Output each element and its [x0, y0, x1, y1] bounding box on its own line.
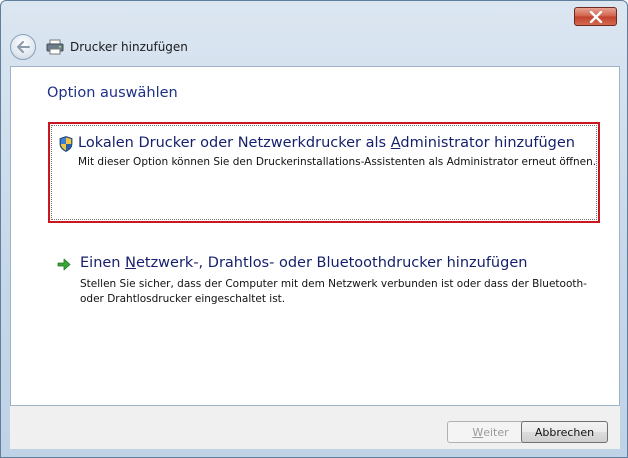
option-admin-title: Lokalen Drucker oder Netzwerkdrucker als… [78, 135, 575, 151]
close-icon [589, 10, 602, 23]
back-button[interactable] [10, 34, 36, 60]
cancel-button[interactable]: Abbrechen [521, 421, 608, 443]
title-bar: Drucker hinzufügen [10, 32, 188, 62]
uac-shield-icon [59, 136, 73, 152]
close-button[interactable] [574, 7, 617, 26]
option-network-printer-description: Stellen Sie sicher, dass der Computer mi… [80, 278, 587, 305]
button-bar: Weiter Abbrechen [10, 406, 620, 449]
option-admin[interactable]: Lokalen Drucker oder Netzwerkdrucker als… [48, 122, 600, 223]
green-arrow-icon [57, 258, 71, 271]
option-network-printer[interactable]: Einen Netzwerk-, Drahtlos- oder Bluetoot… [48, 252, 600, 312]
dialog-window: Drucker hinzufügen Option auswählen Loka… [0, 0, 628, 458]
option-network-printer-title: Einen Netzwerk-, Drahtlos- oder Bluetoot… [80, 255, 528, 271]
back-arrow-icon [17, 41, 30, 53]
printer-icon [46, 39, 64, 55]
content-pane: Option auswählen Lokalen Drucker oder Ne… [10, 66, 620, 406]
page-heading: Option auswählen [47, 85, 178, 101]
option-admin-description: Mit dieser Option können Sie den Drucker… [78, 156, 597, 168]
window-title: Drucker hinzufügen [70, 40, 188, 54]
